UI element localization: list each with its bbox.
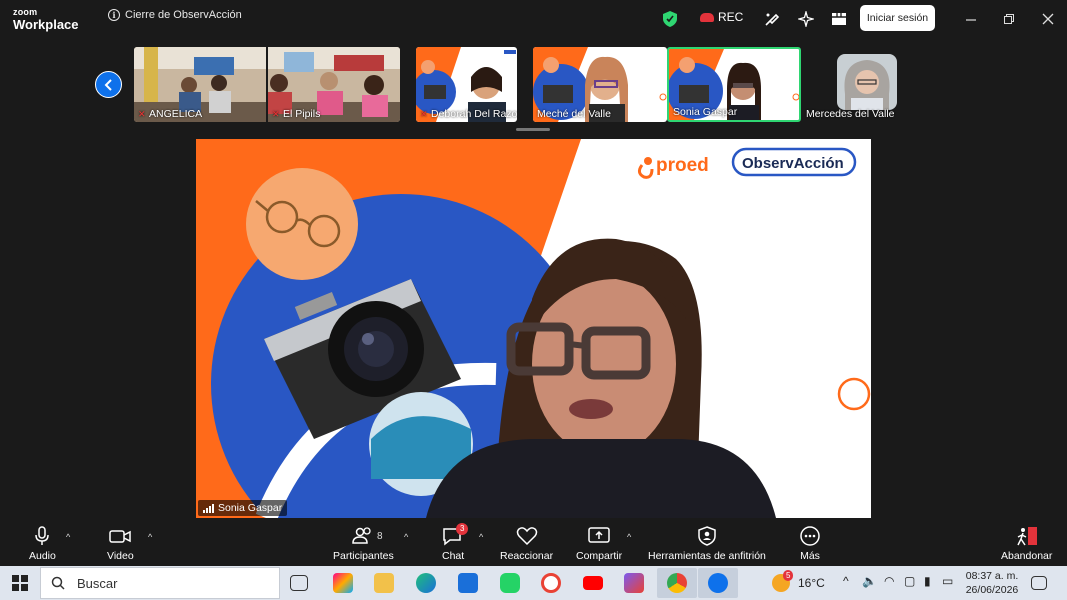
app-icon[interactable] (624, 573, 644, 593)
share-options-chevron-icon[interactable]: ^ (627, 532, 631, 542)
muted-mic-icon: ✕ (138, 109, 146, 119)
shield-icon (698, 526, 716, 546)
chat-button[interactable]: 3 Chat (442, 523, 469, 562)
system-clock[interactable]: 08:37 a. m. 26/06/2026 (962, 569, 1022, 597)
participant-tile-meche[interactable]: Meché del Valle (533, 47, 667, 122)
svg-text:proed: proed (656, 155, 709, 176)
participants-icon (352, 527, 371, 544)
recording-indicator[interactable]: REC (700, 10, 743, 24)
participants-count: 8 (377, 531, 383, 542)
video-button[interactable]: Video (107, 526, 134, 562)
chrome-maps-icon[interactable] (541, 573, 561, 593)
meeting-toolbar: Audio ^ Video ^ Participantes ^ 3 Chat ^… (0, 518, 1067, 566)
microphone-icon (35, 526, 50, 545)
participant-name-angelica: ✕ ANGELICA (138, 108, 203, 120)
close-icon[interactable] (1038, 10, 1058, 28)
react-button[interactable]: Reaccionar (500, 526, 553, 562)
copilot-icon[interactable] (333, 573, 353, 593)
muted-mic-icon: ✕ (420, 109, 428, 119)
view-layout-icon[interactable] (830, 10, 848, 28)
info-icon[interactable]: i (108, 9, 120, 21)
encryption-shield-icon[interactable] (661, 10, 679, 28)
observaccion-logo: ObservAcción (731, 147, 857, 177)
ai-companion-icon[interactable] (797, 10, 815, 28)
heart-icon (516, 527, 537, 546)
participant-name-sonia: Sonia Gaspar (673, 106, 738, 118)
audio-button[interactable]: Audio (29, 526, 56, 562)
rec-label: REC (718, 10, 744, 24)
speaker-video-frame: proed ObservAcción (196, 139, 871, 518)
wifi-icon[interactable]: ◠ (884, 574, 894, 588)
weather-badge: 5 (783, 570, 794, 581)
usb-icon[interactable]: ▮ (924, 574, 931, 588)
participants-options-chevron-icon[interactable]: ^ (404, 532, 408, 542)
share-screen-icon (588, 527, 610, 543)
edge-icon[interactable] (416, 573, 436, 593)
zoom-icon[interactable] (708, 573, 728, 593)
taskbar-search[interactable]: Buscar (40, 567, 280, 599)
more-dots-icon (800, 526, 820, 546)
tray-chevron-up-icon[interactable]: ^ (843, 574, 849, 588)
whatsapp-icon[interactable] (500, 573, 520, 593)
volume-icon[interactable]: 🔈 (862, 574, 877, 588)
speaker-name-label: Sonia Gaspar (198, 500, 288, 516)
leave-door-icon (1017, 527, 1037, 546)
video-options-chevron-icon[interactable]: ^ (148, 532, 152, 542)
participant-tile-classroom[interactable]: ✕ ANGELICA ✕ El Pipils (134, 47, 400, 122)
participant-tile-sonia[interactable]: Sonia Gaspar (667, 47, 801, 122)
svg-text:ObservAcción: ObservAcción (742, 155, 844, 172)
gallery-previous-button[interactable] (95, 71, 122, 98)
participant-name-mercedes: Mercedes del Valle (806, 108, 895, 120)
annotate-icon[interactable] (763, 10, 781, 28)
main-speaker-video: proed ObservAcción (196, 139, 871, 518)
signal-strength-icon (203, 503, 214, 513)
zoom-logo: zoom Workplace (13, 7, 79, 32)
brand-top: zoom (13, 7, 38, 17)
leave-button[interactable]: Abandonar (1001, 526, 1052, 562)
participant-tile-deborah[interactable]: ✕ Deborah Del Razo (416, 47, 517, 122)
participant-tile-mercedes[interactable]: Mercedes del Valle (802, 47, 902, 122)
participants-button[interactable]: Participantes (333, 526, 394, 562)
outlook-icon[interactable] (458, 573, 478, 593)
share-button[interactable]: Compartir (576, 526, 622, 562)
temperature[interactable]: 16°C (798, 576, 825, 590)
meeting-title: Cierre de ObservAcción (125, 9, 242, 21)
chat-options-chevron-icon[interactable]: ^ (479, 532, 483, 542)
minimize-icon[interactable] (961, 10, 981, 28)
audio-options-chevron-icon[interactable]: ^ (66, 532, 70, 542)
chevron-left-icon (104, 78, 112, 91)
participant-name-deborah: ✕ Deborah Del Razo (420, 108, 517, 120)
cloud-record-icon (700, 12, 714, 22)
file-explorer-icon[interactable] (374, 573, 394, 593)
youtube-icon[interactable] (583, 576, 603, 590)
battery-icon[interactable]: ▭ (942, 574, 953, 588)
participant-name-meche: Meché del Valle (537, 108, 611, 120)
meet-now-icon[interactable]: ▢ (904, 574, 915, 588)
signin-button[interactable]: Iniciar sesión (860, 5, 935, 31)
participant-name-el-pipils: ✕ El Pipils (272, 108, 321, 120)
avatar (837, 54, 897, 110)
chrome-icon[interactable] (667, 573, 687, 593)
meeting-info[interactable]: i Cierre de ObservAcción (108, 9, 242, 21)
search-icon (51, 576, 65, 590)
notification-center-icon[interactable] (1031, 576, 1047, 590)
gallery-resize-handle[interactable] (516, 128, 550, 131)
windows-start-icon[interactable] (12, 575, 28, 591)
title-bar: zoom Workplace i Cierre de ObservAcción … (0, 0, 1067, 38)
host-tools-button[interactable]: Herramientas de anfitrión (648, 526, 766, 562)
task-view-icon[interactable] (290, 575, 308, 591)
muted-mic-icon: ✕ (272, 109, 280, 119)
chat-unread-badge: 3 (456, 523, 469, 535)
more-button[interactable]: Más (799, 526, 821, 562)
restore-icon[interactable] (999, 10, 1019, 28)
windows-taskbar: Buscar 5 16°C ^ 🔈 ◠ ▢ ▮ ▭ 08:37 a. m. 26… (0, 566, 1067, 600)
brand-bottom: Workplace (13, 17, 79, 32)
video-camera-icon (109, 530, 132, 543)
